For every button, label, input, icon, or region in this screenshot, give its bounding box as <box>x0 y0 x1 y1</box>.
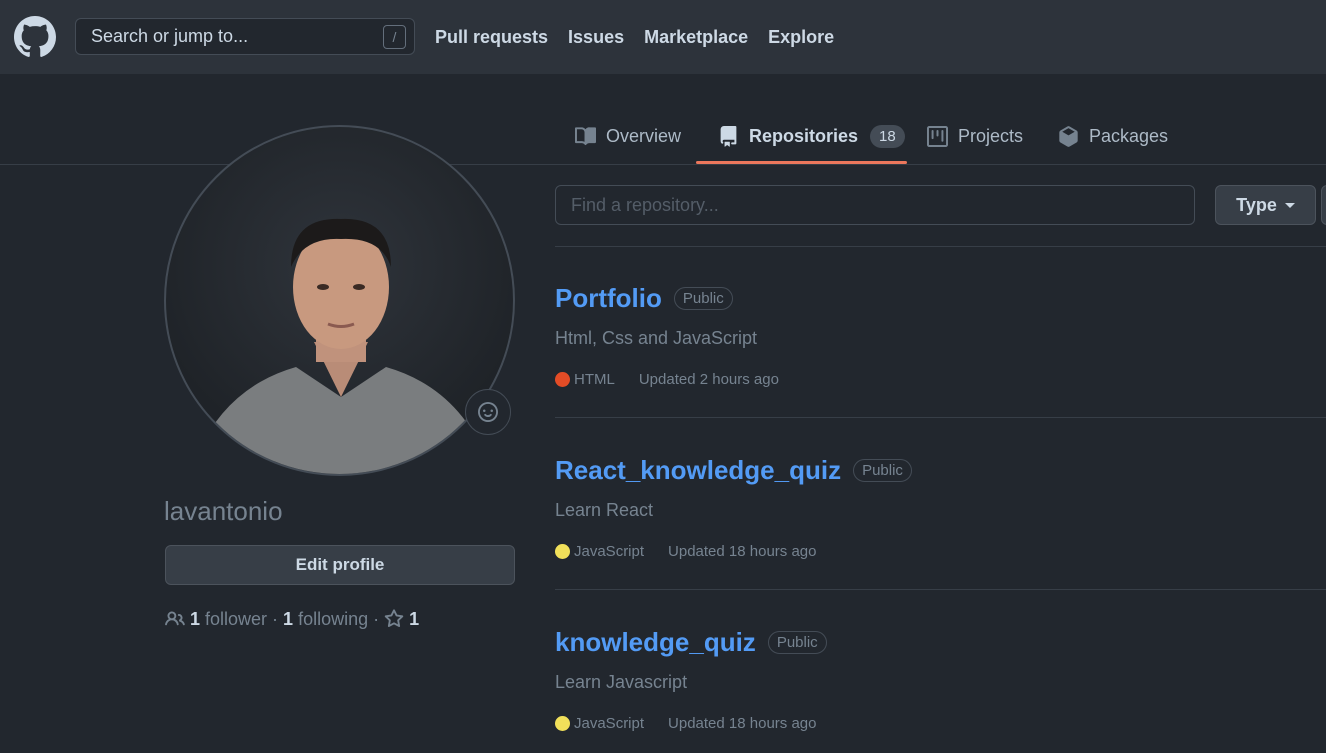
repo-list-item: Portfolio Public Html, Css and JavaScrip… <box>555 283 1326 388</box>
list-divider <box>555 589 1326 590</box>
repo-updated: Updated 18 hours ago <box>668 715 817 732</box>
project-icon <box>927 125 948 147</box>
list-divider <box>555 246 1326 247</box>
tab-projects[interactable]: Projects <box>927 108 1023 164</box>
following-count[interactable]: 1 <box>283 609 293 630</box>
find-repository-input[interactable]: Find a repository... <box>555 185 1195 225</box>
repo-language: JavaScript <box>574 715 645 732</box>
language-color-dot <box>555 372 570 387</box>
repo-icon <box>720 125 737 147</box>
following-label[interactable]: following <box>298 609 368 630</box>
top-nav: Pull requests Issues Marketplace Explore <box>435 0 834 74</box>
follow-stats: 1 follower · 1 following · 1 <box>165 607 419 631</box>
repo-name-link[interactable]: knowledge_quiz <box>555 627 756 658</box>
repo-list-item: React_knowledge_quiz Public Learn React … <box>555 455 1326 560</box>
repo-name-link[interactable]: React_knowledge_quiz <box>555 455 841 486</box>
avatar-portrait <box>196 218 486 474</box>
nav-marketplace[interactable]: Marketplace <box>644 27 748 48</box>
smiley-icon <box>478 402 498 422</box>
visibility-badge: Public <box>767 631 827 654</box>
repo-language: HTML <box>574 371 615 388</box>
search-shortcut-key: / <box>383 25 406 49</box>
top-header: Search or jump to... / Pull requests Iss… <box>0 0 1326 74</box>
tab-overview[interactable]: Overview <box>575 108 681 164</box>
set-status-button[interactable] <box>465 389 511 435</box>
separator-dot: · <box>272 608 279 629</box>
repo-language: JavaScript <box>574 543 645 560</box>
tab-packages[interactable]: Packages <box>1058 108 1168 164</box>
package-icon <box>1059 125 1078 147</box>
nav-pull-requests[interactable]: Pull requests <box>435 27 548 48</box>
repo-description: Learn React <box>555 500 654 520</box>
search-placeholder: Search or jump to... <box>91 26 249 46</box>
tabs-divider <box>0 164 1326 165</box>
followers-label[interactable]: follower <box>205 609 267 630</box>
tab-overview-label: Overview <box>606 125 682 146</box>
repositories-count-badge: 18 <box>870 124 905 148</box>
tab-projects-label: Projects <box>958 125 1024 146</box>
global-search-input[interactable]: Search or jump to... / <box>75 18 415 55</box>
visibility-badge: Public <box>853 459 912 482</box>
repo-list-item: knowledge_quiz Public Learn Javascript J… <box>555 627 1326 732</box>
book-icon <box>575 126 596 145</box>
repo-name-link[interactable]: Portfolio <box>555 283 662 314</box>
star-icon <box>384 609 404 628</box>
github-logo-icon[interactable] <box>14 16 56 58</box>
type-filter-label: Type <box>1236 194 1277 215</box>
visibility-badge: Public <box>673 287 733 310</box>
stars-count[interactable]: 1 <box>409 609 419 630</box>
language-color-dot <box>555 716 570 731</box>
avatar[interactable] <box>164 125 515 476</box>
tab-packages-label: Packages <box>1089 125 1169 146</box>
language-color-dot <box>555 544 570 559</box>
followers-count[interactable]: 1 <box>190 609 200 630</box>
tab-repositories-label: Repositories <box>749 125 859 146</box>
profile-username: lavantonio <box>164 496 283 526</box>
repo-updated: Updated 2 hours ago <box>638 371 779 388</box>
repo-description: Learn Javascript <box>555 672 688 692</box>
language-filter-button[interactable] <box>1321 185 1326 225</box>
nav-issues[interactable]: Issues <box>568 27 624 48</box>
nav-explore[interactable]: Explore <box>768 27 834 48</box>
edit-profile-button[interactable]: Edit profile <box>165 545 515 585</box>
people-icon <box>165 611 185 626</box>
repo-updated: Updated 18 hours ago <box>668 543 817 560</box>
caret-down-icon <box>1284 202 1295 208</box>
list-divider <box>555 417 1326 418</box>
repo-description: Html, Css and JavaScript <box>555 328 758 348</box>
tab-repositories[interactable]: Repositories 18 <box>718 108 905 164</box>
type-filter-button[interactable]: Type <box>1215 185 1316 225</box>
separator-dot: · <box>373 608 380 629</box>
